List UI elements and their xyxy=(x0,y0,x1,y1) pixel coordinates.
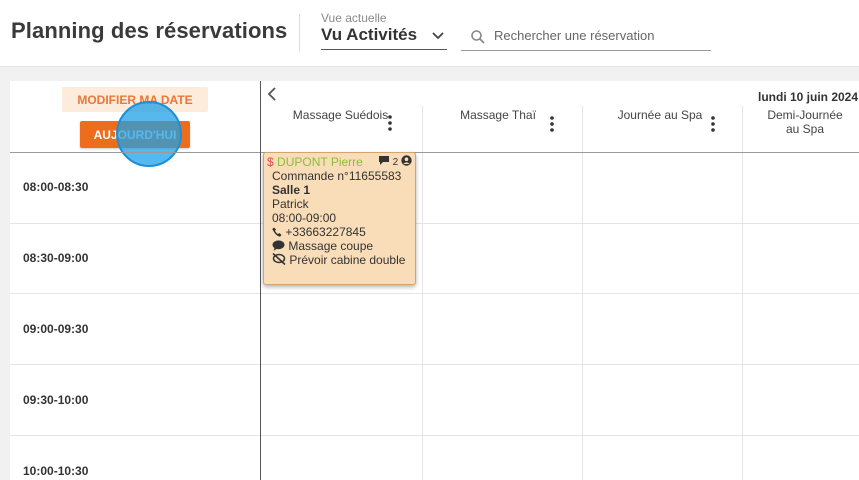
search-input[interactable] xyxy=(494,28,704,43)
more-vertical-icon[interactable] xyxy=(550,116,554,135)
note-text: Prévoir cabine double xyxy=(289,253,406,267)
column-header-massage-thai: Massage Thaï xyxy=(422,108,582,148)
modify-date-button[interactable]: MODIFIER MA DATE xyxy=(62,87,208,112)
speech-bubble-icon xyxy=(272,240,285,254)
note-line: Prévoir cabine double xyxy=(272,253,405,268)
column-title: Massage Thaï xyxy=(460,108,536,122)
column-header-massage-suedois: Massage Suédois xyxy=(266,108,426,148)
today-button[interactable]: AUJOURD'HUI xyxy=(80,121,190,148)
search-box[interactable] xyxy=(461,26,711,51)
time-slot-label: 10:00-10:30 xyxy=(23,464,89,478)
view-label: Vue actuelle xyxy=(321,11,387,25)
room-name: Salle 1 xyxy=(272,183,311,197)
page-title: Planning des réservations xyxy=(11,18,288,43)
top-bar: Planning des réservations Vue actuelle V… xyxy=(0,0,859,67)
time-slot-label: 08:30-09:00 xyxy=(23,251,89,265)
column-title: Demi-Journée au Spa xyxy=(767,108,843,136)
phone-icon xyxy=(272,226,282,240)
search-icon xyxy=(470,29,486,45)
row-divider xyxy=(10,435,859,436)
row-divider xyxy=(10,364,859,365)
row-divider xyxy=(10,293,859,294)
column-title: Journée au Spa xyxy=(617,108,703,122)
chevron-down-icon xyxy=(432,28,444,43)
phone-line: +33663227845 xyxy=(272,225,366,240)
phone-number: +33663227845 xyxy=(285,225,366,239)
view-select[interactable]: Vu Activités xyxy=(321,24,447,50)
comment-line: Massage coupe xyxy=(272,239,373,254)
comment-slash-icon xyxy=(272,253,286,268)
comment-text: Massage coupe xyxy=(288,239,374,253)
previous-arrow-icon[interactable] xyxy=(267,87,277,106)
date-heading: lundi 10 juin 2024 xyxy=(758,90,859,104)
view-select-value: Vu Activités xyxy=(321,25,418,44)
time-slot-label: 09:00-09:30 xyxy=(23,322,89,336)
column-header-journee-au-spa: Journée au Spa xyxy=(582,108,742,148)
more-vertical-icon[interactable] xyxy=(711,116,715,135)
booking-time: 08:00-09:00 xyxy=(272,211,337,225)
event-icons: 2 xyxy=(378,155,412,169)
column-title: Massage Suédois xyxy=(292,108,389,122)
customer-line: $ DUPONT Pierre xyxy=(267,155,363,169)
calendar-grid: MODIFIER MA DATE AUJOURD'HUI lundi 10 ju… xyxy=(10,81,859,480)
comment-icon xyxy=(378,155,390,169)
time-slot-label: 09:30-10:00 xyxy=(23,393,89,407)
time-slot-label: 08:00-08:30 xyxy=(23,180,89,194)
reservation-card[interactable]: $ DUPONT Pierre 2 Commande n°11655583 Sa… xyxy=(263,152,416,285)
header-separator xyxy=(299,14,300,52)
customer-name: DUPONT Pierre xyxy=(277,155,363,169)
dollar-icon: $ xyxy=(267,155,274,169)
comment-count: 2 xyxy=(392,156,399,168)
calendar-corner: MODIFIER MA DATE AUJOURD'HUI xyxy=(10,81,260,167)
staff-name: Patrick xyxy=(272,197,309,211)
user-circle-icon xyxy=(401,155,412,169)
order-number: Commande n°11655583 xyxy=(272,169,402,183)
more-vertical-icon[interactable] xyxy=(388,115,392,134)
row-divider xyxy=(10,223,859,224)
column-header-demi-journee-au-spa: Demi-Journée au Spa xyxy=(760,108,859,148)
header-divider xyxy=(10,152,859,153)
time-column-divider xyxy=(260,81,261,480)
